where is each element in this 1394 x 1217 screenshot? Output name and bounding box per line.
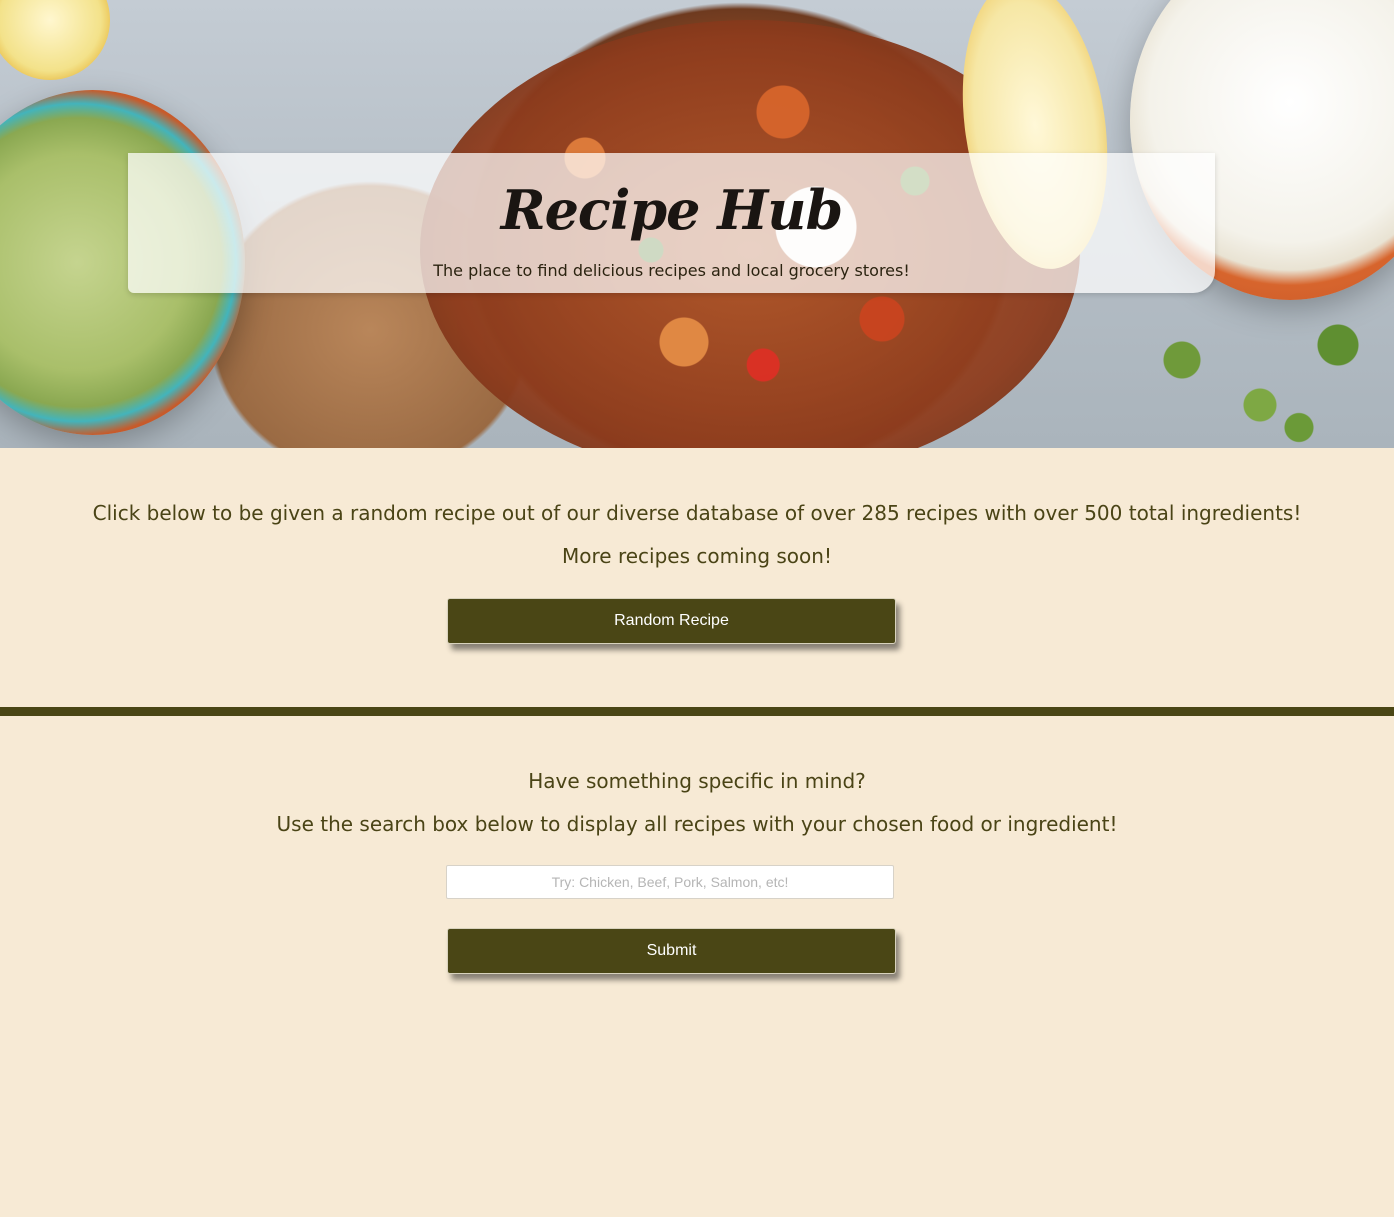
coming-soon-text: More recipes coming soon!	[562, 544, 832, 568]
ingredient-search-input[interactable]	[446, 865, 894, 899]
hero-lemon-image	[0, 0, 110, 80]
section-divider	[0, 707, 1394, 716]
search-section: Have something specific in mind? Use the…	[0, 716, 1394, 1217]
hero-banner: Recipe Hub The place to find delicious r…	[0, 0, 1394, 448]
hero-title-panel: Recipe Hub The place to find delicious r…	[128, 153, 1215, 293]
hero-herbs-image	[1130, 300, 1390, 448]
search-prompt-text: Have something specific in mind?	[528, 769, 866, 793]
random-recipe-button[interactable]: Random Recipe	[447, 598, 896, 644]
site-tagline: The place to find delicious recipes and …	[433, 261, 910, 280]
random-recipe-section: Click below to be given a random recipe …	[0, 448, 1394, 707]
site-title: Recipe Hub	[500, 178, 844, 242]
random-intro-text: Click below to be given a random recipe …	[92, 501, 1302, 525]
search-instructions-text: Use the search box below to display all …	[276, 812, 1118, 836]
submit-button[interactable]: Submit	[447, 928, 896, 974]
